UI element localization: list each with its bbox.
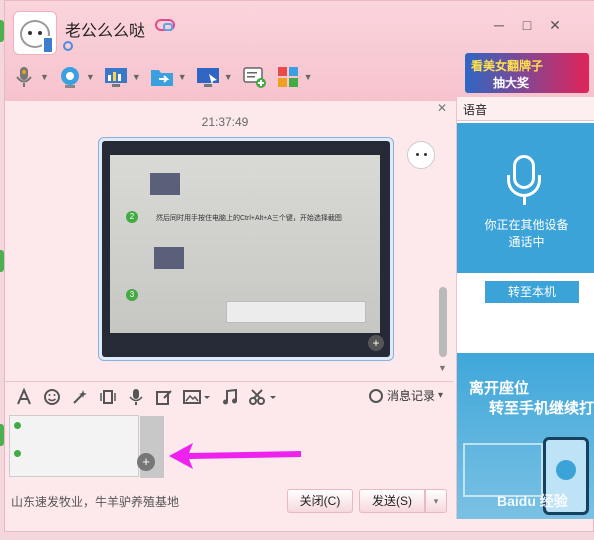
create-group-button[interactable] [241, 64, 267, 90]
message-area[interactable]: ✕ 21:37:49 2 然后同时用手按住电脑上的Ctrl+Alt+A三个键，开… [5, 101, 453, 379]
maximize-button[interactable]: □ [519, 17, 535, 33]
microphone-stand-icon [507, 175, 541, 197]
step-badge [14, 422, 21, 429]
photo-screen: 2 然后同时用手按住电脑上的Ctrl+Alt+A三个键，开始选择截图 3 [110, 155, 380, 333]
photo-thumbnail [150, 173, 180, 195]
chevron-down-icon[interactable]: ▼ [224, 72, 233, 82]
monitor-chart-icon [103, 64, 129, 90]
voice-status-line2: 通话中 [508, 235, 545, 249]
music-icon[interactable] [219, 386, 241, 408]
chat-scrollbar[interactable] [439, 287, 447, 357]
ad-banner-line2: 抽大奖 [493, 76, 530, 90]
scissors-icon[interactable] [247, 386, 279, 408]
voice-status-text: 你正在其他设备 通话中 [457, 217, 594, 251]
screen-share-button[interactable]: ▼ [195, 64, 233, 90]
microphone-base-icon [523, 197, 526, 205]
send-options-button[interactable]: ▾ [425, 489, 447, 513]
message-input[interactable]: + [5, 411, 453, 483]
screenshot-toolbar [226, 301, 366, 323]
voice-status-line1: 你正在其他设备 [484, 218, 569, 232]
chevron-down-icon: ▾ [438, 390, 444, 401]
webcam-icon [57, 64, 83, 90]
apps-button[interactable]: ▼ [275, 64, 313, 90]
monitor-icon [463, 443, 543, 497]
magic-icon[interactable] [69, 386, 91, 408]
send-button[interactable]: 发送(S) [359, 489, 425, 513]
couple-link-icon[interactable] [155, 19, 175, 31]
tab-voice[interactable]: 语音 [457, 97, 594, 121]
apps-grid-icon [275, 64, 301, 90]
message-timestamp: 21:37:49 [201, 115, 249, 129]
edit-icon[interactable] [153, 386, 175, 408]
voice-icon[interactable] [125, 386, 147, 408]
screen-share-icon [195, 64, 221, 90]
remote-desktop-button[interactable]: ▼ [103, 64, 141, 90]
chevron-down-icon[interactable]: ▼ [304, 72, 313, 82]
contact-name[interactable]: 老公么么哒 [65, 17, 145, 41]
step-badge [14, 450, 21, 457]
qq-status-icon[interactable] [63, 41, 73, 51]
scroll-down-icon[interactable]: ▼ [438, 363, 447, 373]
close-chat-button[interactable]: 关闭(C) [287, 489, 353, 513]
promo-line2: 转至手机继续打 [489, 400, 594, 417]
chat-toolbar: ▼ ▼ ▼ ▼ ▼ ▼ [11, 61, 321, 93]
photo-thumbnail [154, 247, 184, 269]
message-history-button[interactable]: 消息记录 ▾ [369, 387, 443, 404]
zoom-in-icon[interactable]: + [137, 453, 155, 471]
message-image[interactable]: 2 然后同时用手按住电脑上的Ctrl+Alt+A三个键，开始选择截图 3 + [102, 141, 390, 357]
step-badge: 2 [126, 211, 138, 223]
emoji-icon[interactable] [41, 386, 63, 408]
chevron-down-icon[interactable]: ▼ [178, 72, 187, 82]
chevron-down-icon[interactable]: ▼ [86, 72, 95, 82]
zoom-icon[interactable]: + [368, 335, 384, 351]
watermark: Baidu 经验 [497, 493, 568, 509]
chevron-down-icon[interactable]: ▼ [132, 72, 141, 82]
folder-icon [149, 64, 175, 90]
close-ad-icon[interactable]: ✕ [437, 101, 447, 115]
chevron-down-icon[interactable]: ▼ [40, 72, 49, 82]
clock-icon [369, 388, 383, 403]
chat-window: 老公么么哒 ─ □ ✕ ▼ ▼ ▼ ▼ ▼ ▼ 看美女翻牌子 抽大奖 ✕ 21:… [4, 0, 594, 532]
voice-call-button[interactable]: ▼ [11, 64, 49, 90]
promo-line1: 离开座位 [469, 380, 530, 397]
font-icon[interactable] [13, 386, 35, 408]
send-file-button[interactable]: ▼ [149, 64, 187, 90]
history-label: 消息记录 [387, 389, 436, 403]
screenshot-caption: 然后同时用手按住电脑上的Ctrl+Alt+A三个键，开始选择截图 [156, 215, 342, 222]
shake-icon[interactable] [97, 386, 119, 408]
chat-plus-icon [241, 64, 267, 90]
transfer-to-device-button[interactable]: 转至本机 [485, 281, 579, 303]
ad-text-link[interactable]: 山东速发牧业，牛羊驴养殖基地 [11, 493, 179, 510]
right-panel: 语音 你正在其他设备 通话中 转至本机 离开座位 转至手机继续打 Baidu 经… [456, 97, 594, 519]
title-bar: 老公么么哒 ─ □ ✕ ▼ ▼ ▼ ▼ ▼ ▼ 看美女翻牌子 抽大奖 [5, 1, 594, 101]
voice-status-card: 你正在其他设备 通话中 [457, 123, 594, 273]
close-button[interactable]: ✕ [547, 17, 563, 34]
microphone-icon [11, 64, 37, 90]
ad-banner[interactable]: 看美女翻牌子 抽大奖 [465, 53, 589, 93]
bottom-bar: 山东速发牧业，牛羊驴养殖基地 关闭(C) 发送(S) ▾ [5, 483, 453, 517]
minimize-button[interactable]: ─ [491, 17, 507, 33]
video-call-button[interactable]: ▼ [57, 64, 95, 90]
arrow-annotation-icon [169, 443, 301, 469]
pasted-image-thumbnail[interactable] [9, 415, 164, 478]
avatar[interactable] [13, 11, 57, 55]
sender-avatar[interactable] [407, 141, 435, 169]
promo-banner[interactable]: 离开座位 转至手机继续打 Baidu 经验 [457, 353, 594, 519]
ad-banner-line1: 看美女翻牌子 [471, 59, 544, 73]
mobile-status-icon [42, 36, 54, 54]
message-bubble[interactable]: 2 然后同时用手按住电脑上的Ctrl+Alt+A三个键，开始选择截图 3 + [98, 137, 394, 361]
image-icon[interactable] [181, 386, 213, 408]
step-badge: 3 [126, 289, 138, 301]
